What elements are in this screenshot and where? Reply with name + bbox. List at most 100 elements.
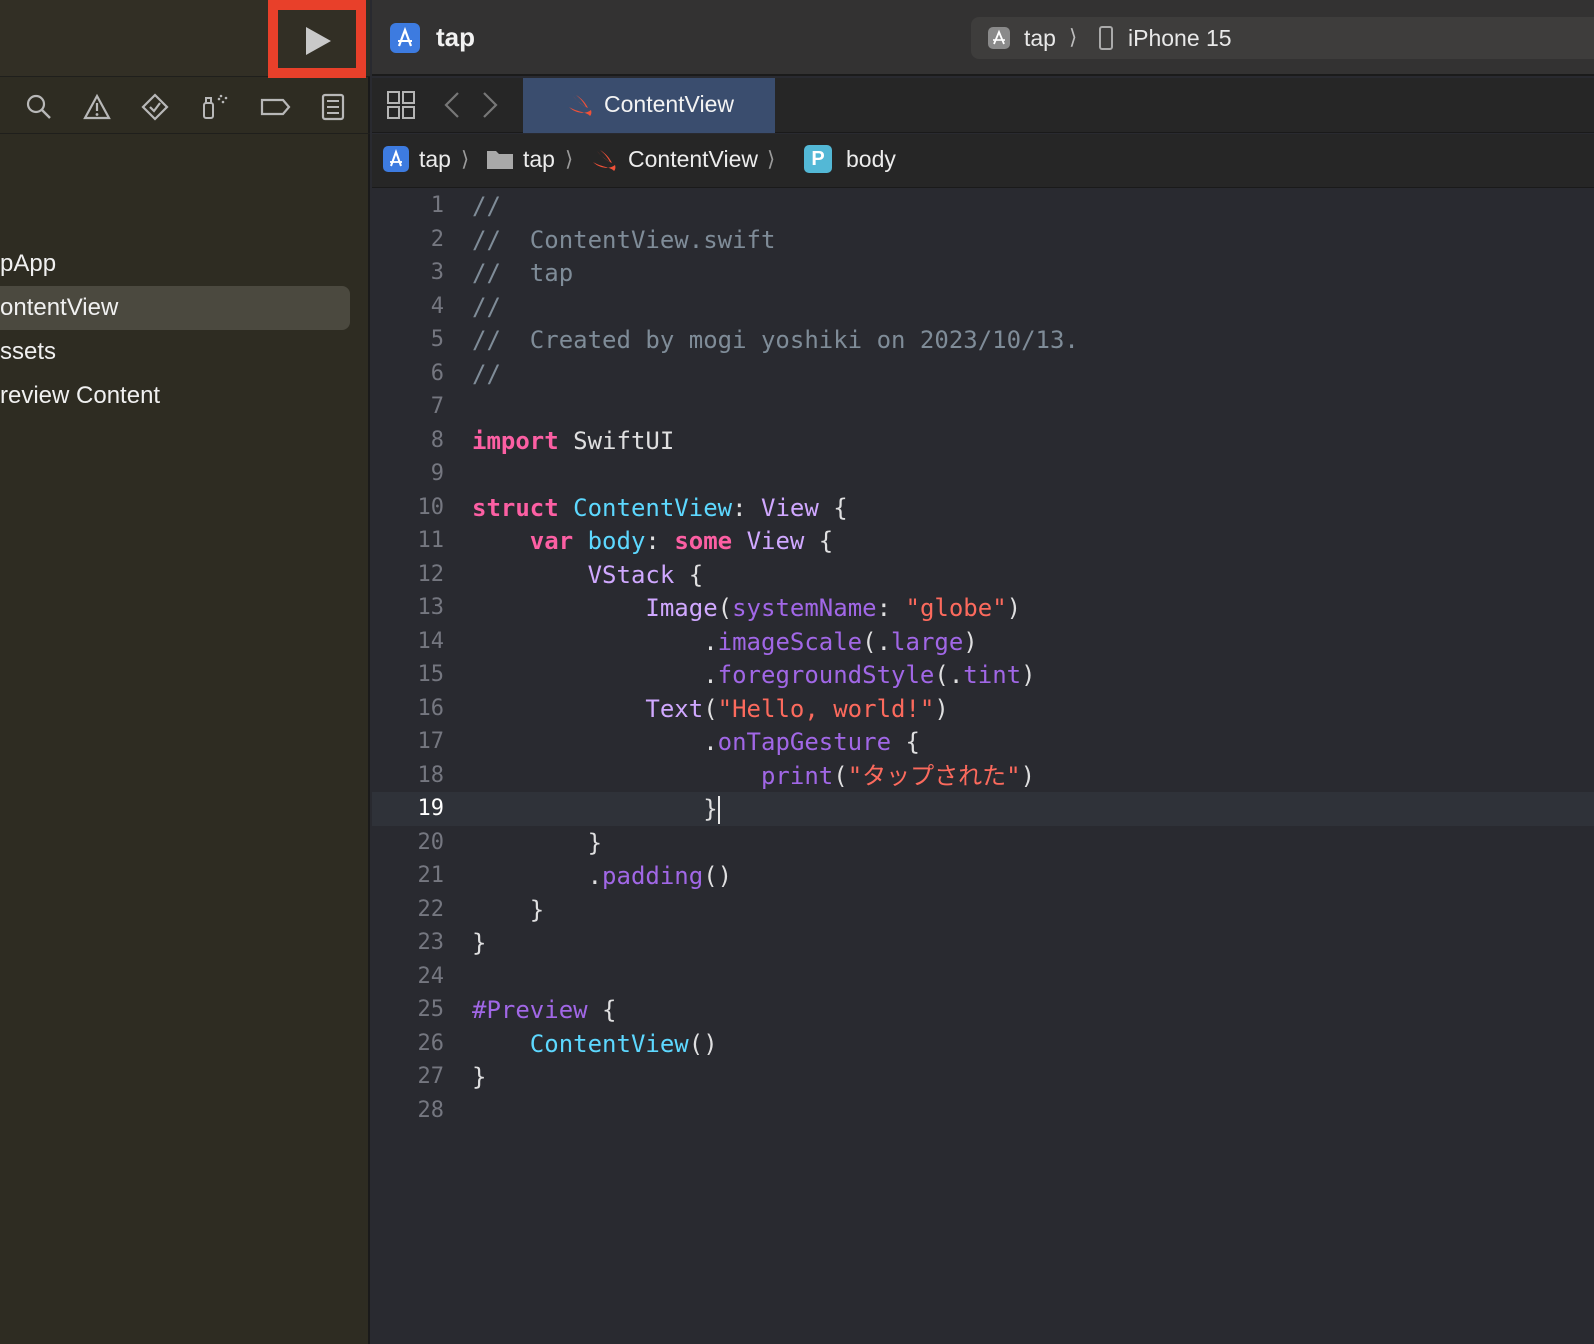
file-item-preview-content[interactable]: review Content: [0, 374, 370, 418]
code-line[interactable]: 4 //: [372, 290, 1594, 324]
code-line[interactable]: 10 struct ContentView: View {: [372, 491, 1594, 525]
code-token: ): [1006, 594, 1022, 622]
line-number: 26: [417, 1030, 445, 1056]
project-file-list: pApp ontentView ssets review Content: [0, 242, 370, 418]
code-token: .: [472, 661, 718, 689]
code-line[interactable]: 15 .foregroundStyle(.tint): [372, 658, 1594, 692]
code-token: (.: [862, 627, 892, 656]
code-token: //: [472, 292, 501, 321]
file-item-assets[interactable]: ssets: [0, 330, 370, 374]
chevron-right-icon: ⟩: [565, 148, 574, 171]
code-line[interactable]: 27}: [372, 1060, 1594, 1094]
navigator-sidebar: pApp ontentView ssets review Content: [0, 0, 370, 1344]
tab-contentview[interactable]: ContentView: [523, 78, 775, 133]
line-number: 7: [430, 394, 444, 419]
line-number: 14: [417, 628, 445, 654]
code-text: }: [472, 926, 486, 960]
code-line[interactable]: 8 import SwiftUI: [372, 424, 1594, 458]
code-line[interactable]: 5 // Created by mogi yoshiki on 2023/10/1…: [372, 323, 1594, 357]
code-token: (: [717, 594, 733, 622]
code-token: .: [472, 862, 603, 890]
forward-icon[interactable]: [478, 90, 502, 120]
code-line[interactable]: 20 }: [372, 826, 1594, 860]
line-number: 4: [430, 293, 444, 319]
code-token: }: [472, 929, 487, 957]
breadcrumb-symbol[interactable]: body: [846, 146, 896, 173]
tag-icon[interactable]: [258, 92, 292, 122]
code-token: }: [472, 1063, 487, 1091]
code-line[interactable]: 3 // tap: [372, 256, 1594, 290]
code-line[interactable]: 11 var body: some View {: [372, 524, 1594, 558]
code-line[interactable]: 1 //: [372, 189, 1594, 223]
code-token: ContentView: [573, 493, 733, 522]
code-line[interactable]: 17 .onTapGesture {: [372, 725, 1594, 759]
project-title: tap: [436, 22, 475, 52]
code-text: }: [472, 893, 544, 927]
code-token: View: [746, 527, 805, 555]
search-icon[interactable]: [24, 92, 54, 122]
code-token: // ContentView.swift: [472, 225, 776, 254]
line-number: 19: [417, 796, 445, 821]
code-token: {: [587, 996, 617, 1024]
diamond-icon[interactable]: [140, 92, 170, 122]
code-line[interactable]: 25 #Preview {: [372, 993, 1594, 1027]
scheme-selector[interactable]: tap ⟩ iPhone 15: [971, 17, 1594, 59]
code-text: //: [472, 357, 501, 391]
debug-icon[interactable]: [199, 92, 229, 122]
breadcrumb-folder[interactable]: tap: [523, 146, 555, 173]
code-text: ContentView(): [472, 1027, 718, 1061]
code-line[interactable]: 19 }: [372, 792, 1594, 826]
breadcrumb-file[interactable]: ContentView: [628, 146, 758, 173]
code-line[interactable]: 9: [372, 457, 1594, 491]
code-token: padding: [602, 862, 704, 890]
code-line[interactable]: 21 .padding(): [372, 859, 1594, 893]
code-line[interactable]: 12 VStack {: [372, 558, 1594, 592]
code-token: foregroundStyle: [717, 661, 935, 689]
code-line[interactable]: 13 Image(systemName: "globe"): [372, 591, 1594, 625]
code-text: Image(systemName: "globe"): [472, 591, 1021, 625]
tab-label: ContentView: [604, 91, 734, 117]
code-line[interactable]: 24: [372, 960, 1594, 994]
breadcrumb-project[interactable]: tap: [419, 146, 451, 173]
code-token: struct: [472, 493, 559, 522]
code-line[interactable]: 14 .imageScale(.large): [372, 625, 1594, 659]
line-number: 18: [417, 762, 445, 788]
source-editor[interactable]: 1 // 2 // ContentView.swift 3 // tap 4 // 5 // Cr…: [372, 189, 1594, 1344]
code-text: .onTapGesture {: [472, 725, 920, 759]
warning-icon[interactable]: [82, 92, 112, 122]
file-item-contentview[interactable]: ontentView: [0, 286, 350, 330]
code-text: VStack {: [472, 558, 704, 592]
code-line[interactable]: 16 Text("Hello, world!"): [372, 692, 1594, 726]
line-number: 15: [417, 662, 445, 687]
line-number: 5: [430, 327, 444, 352]
code-line[interactable]: 23}: [372, 926, 1594, 960]
code-line[interactable]: 2 // ContentView.swift: [372, 223, 1594, 257]
code-line[interactable]: 28: [372, 1094, 1594, 1128]
code-token: systemName: [732, 594, 877, 622]
grid-icon[interactable]: [386, 90, 416, 120]
code-text: // tap: [472, 256, 573, 290]
swift-icon: [569, 95, 592, 116]
code-text: // ContentView.swift: [472, 223, 775, 257]
report-icon[interactable]: [318, 92, 348, 122]
code-line[interactable]: 26 ContentView(): [372, 1027, 1594, 1061]
code-line[interactable]: 6 //: [372, 357, 1594, 391]
play-icon: [306, 27, 331, 55]
app-project-icon: [390, 23, 420, 53]
file-item-app[interactable]: pApp: [0, 242, 370, 286]
code-line[interactable]: 7: [372, 390, 1594, 424]
code-line[interactable]: 18 print("タップされた"): [372, 759, 1594, 793]
back-icon[interactable]: [440, 90, 464, 120]
run-button[interactable]: [288, 15, 348, 67]
code-text: //: [472, 290, 501, 324]
line-number: 20: [417, 829, 445, 855]
code-line[interactable]: 22 }: [372, 893, 1594, 927]
code-token: SwiftUI: [558, 426, 675, 455]
line-number: 8: [430, 427, 444, 453]
code-token: "Hello, world!": [717, 694, 935, 723]
line-number: 24: [417, 963, 445, 989]
